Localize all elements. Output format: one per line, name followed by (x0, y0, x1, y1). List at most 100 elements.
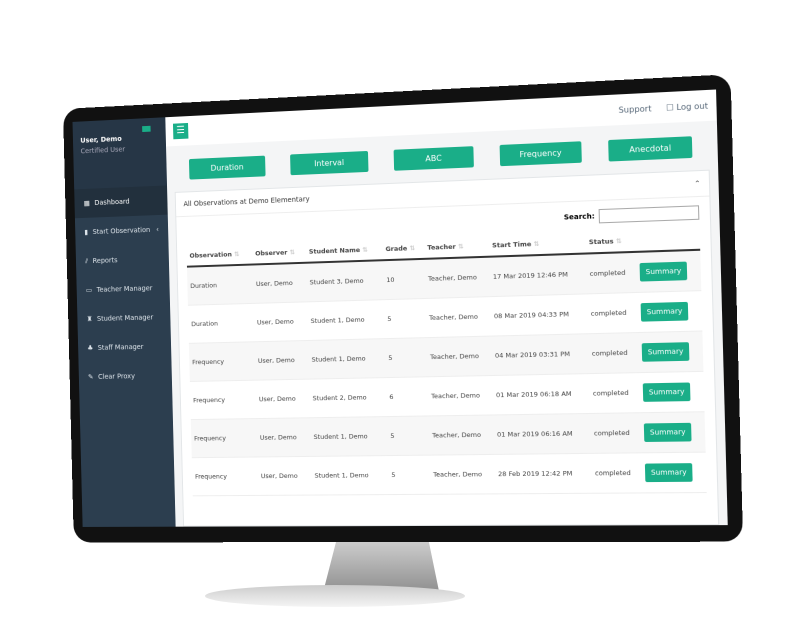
panel-title: All Observations at Demo Elementary (183, 195, 310, 209)
duration-button[interactable]: Duration (188, 155, 266, 180)
column-label: Grade (385, 244, 408, 254)
sidebar-item-label: Student Manager (96, 313, 154, 323)
sidebar-item-label: Clear Proxy (98, 372, 136, 381)
interval-button[interactable]: Interval (290, 150, 369, 176)
column-header[interactable] (635, 228, 701, 252)
sidebar-item-reports[interactable]: ⫽ Reports (76, 244, 170, 276)
sidebar-item-student-manager[interactable]: ♜ Student Manager (77, 302, 171, 334)
collapse-icon[interactable]: ⌃ (694, 179, 700, 188)
column-header[interactable]: Observation ⇅ (186, 243, 253, 267)
main: ☰ Support ☐ Log out Duration Interval ABC F… (165, 89, 728, 527)
column-label: Student Name (308, 246, 361, 256)
table-cell: Student 1, Demo (308, 338, 386, 380)
sidebar-item-label: Teacher Manager (96, 284, 153, 294)
table-cell: Student 3, Demo (306, 260, 384, 302)
sidebar-item-label: Reports (92, 256, 118, 265)
sort-icon: ⇅ (457, 242, 464, 251)
table-cell: User, Demo (254, 340, 310, 381)
table-cell: completed (587, 292, 638, 334)
summary-button[interactable]: Summary (639, 261, 688, 282)
column-header[interactable]: Teacher ⇅ (424, 235, 490, 259)
table-cell: Frequency (189, 380, 257, 420)
menu-toggle-button[interactable]: ☰ (172, 122, 189, 140)
table-cell: Teacher, Demo (427, 375, 494, 416)
monitor-base (205, 585, 465, 607)
search-input[interactable] (598, 205, 700, 224)
support-link[interactable]: Support (618, 104, 651, 115)
sidebar-item-start-observation[interactable]: ▮ Start Observation ‹ (75, 215, 169, 248)
monitor: User, Demo Certified User ▦ Dashboard ▮ Sta… (63, 74, 744, 543)
sort-icon: ⇅ (362, 245, 368, 254)
summary-button[interactable]: Summary (642, 382, 691, 402)
student-icon: ♜ (86, 315, 93, 324)
table-cell: Student 1, Demo (310, 416, 388, 457)
column-header[interactable]: Observer ⇅ (252, 241, 307, 265)
logout-label: Log out (676, 100, 709, 112)
sidebar-item-staff-manager[interactable]: ♣ Staff Manager (78, 332, 172, 363)
summary-button[interactable]: Summary (643, 422, 693, 442)
table-cell: 5 (387, 455, 431, 495)
table-cell: Teacher, Demo (424, 256, 491, 299)
sort-icon: ⇅ (233, 250, 240, 259)
sidebar-item-teacher-manager[interactable]: ▭ Teacher Manager (76, 273, 170, 305)
table-cell: Student 2, Demo (309, 377, 387, 418)
status-icon (142, 125, 151, 133)
table-cell: Duration (187, 303, 255, 344)
table-cell: 6 (385, 376, 429, 417)
table-cell: 28 Feb 2019 12:42 PM (494, 453, 593, 494)
sort-icon: ⇅ (409, 244, 415, 253)
summary-button[interactable]: Summary (644, 463, 694, 483)
table-cell: Teacher, Demo (426, 336, 493, 377)
table-cell: completed (588, 332, 639, 374)
table-cell: Teacher, Demo (429, 454, 496, 495)
frequency-button[interactable]: Frequency (499, 141, 582, 167)
column-label: Status (588, 237, 614, 247)
anecdotal-button[interactable]: Anecdotal (608, 136, 693, 162)
table-cell: Student 1, Demo (307, 299, 385, 341)
table-cell: completed (586, 251, 637, 294)
table-cell: User, Demo (255, 379, 311, 419)
sort-icon: ⇅ (615, 236, 622, 246)
sort-icon: ⇅ (289, 248, 295, 257)
sidebar-item-label: Staff Manager (97, 342, 144, 352)
chalkboard-icon: ▭ (85, 286, 93, 295)
logout-link[interactable]: ☐ Log out (666, 101, 708, 112)
sidebar-item-label: Start Observation (92, 226, 151, 236)
abc-button[interactable]: ABC (393, 146, 474, 171)
summary-button[interactable]: Summary (640, 301, 689, 322)
sidebar-item-clear-proxy[interactable]: ✎ Clear Proxy (79, 361, 173, 392)
table-cell: 10 (382, 258, 426, 300)
user-name: User, Demo (80, 134, 122, 145)
table-cell: 04 Mar 2019 03:31 PM (491, 333, 590, 376)
column-label: Observer (255, 248, 288, 258)
table-cell: Frequency (190, 418, 258, 458)
observations-table: Observation ⇅ Observer ⇅ Student Name ⇅ Gra… (186, 228, 707, 496)
table-cell: User, Demo (253, 301, 309, 342)
table-cell: completed (591, 452, 643, 494)
column-header[interactable]: Student Name ⇅ (305, 239, 383, 263)
summary-button[interactable]: Summary (641, 342, 690, 362)
sidebar-item-dashboard[interactable]: ▦ Dashboard (74, 185, 168, 219)
table-cell: 01 Mar 2019 06:18 AM (492, 373, 591, 415)
screen: User, Demo Certified User ▦ Dashboard ▮ Sta… (72, 89, 728, 527)
user-panel: User, Demo Certified User (72, 117, 168, 190)
table-row: Frequency User, Demo Student 1, Demo 5 Teach… (190, 411, 706, 458)
sort-icon: ⇅ (533, 239, 540, 249)
sidebar-item-label: Dashboard (94, 197, 130, 207)
table-cell: Teacher, Demo (428, 414, 495, 456)
column-label: Start Time (492, 240, 532, 250)
table-cell: completed (589, 372, 641, 414)
table-cell: User, Demo (252, 262, 308, 304)
user-role: Certified User (80, 145, 126, 156)
table-cell: 5 (383, 298, 427, 339)
observations-panel: All Observations at Demo Elementary ⌃ Sea… (174, 169, 720, 527)
table-cell: 01 Mar 2019 06:16 AM (493, 413, 592, 455)
column-header[interactable]: Status ⇅ (585, 230, 636, 254)
column-label: Observation (189, 250, 232, 260)
table-cell: completed (590, 412, 642, 454)
table-cell: 5 (386, 415, 430, 456)
search-label: Search: (563, 212, 595, 222)
users-icon: ♣ (87, 344, 94, 353)
column-header[interactable]: Grade ⇅ (382, 237, 425, 261)
sidebar: User, Demo Certified User ▦ Dashboard ▮ Sta… (72, 117, 176, 527)
